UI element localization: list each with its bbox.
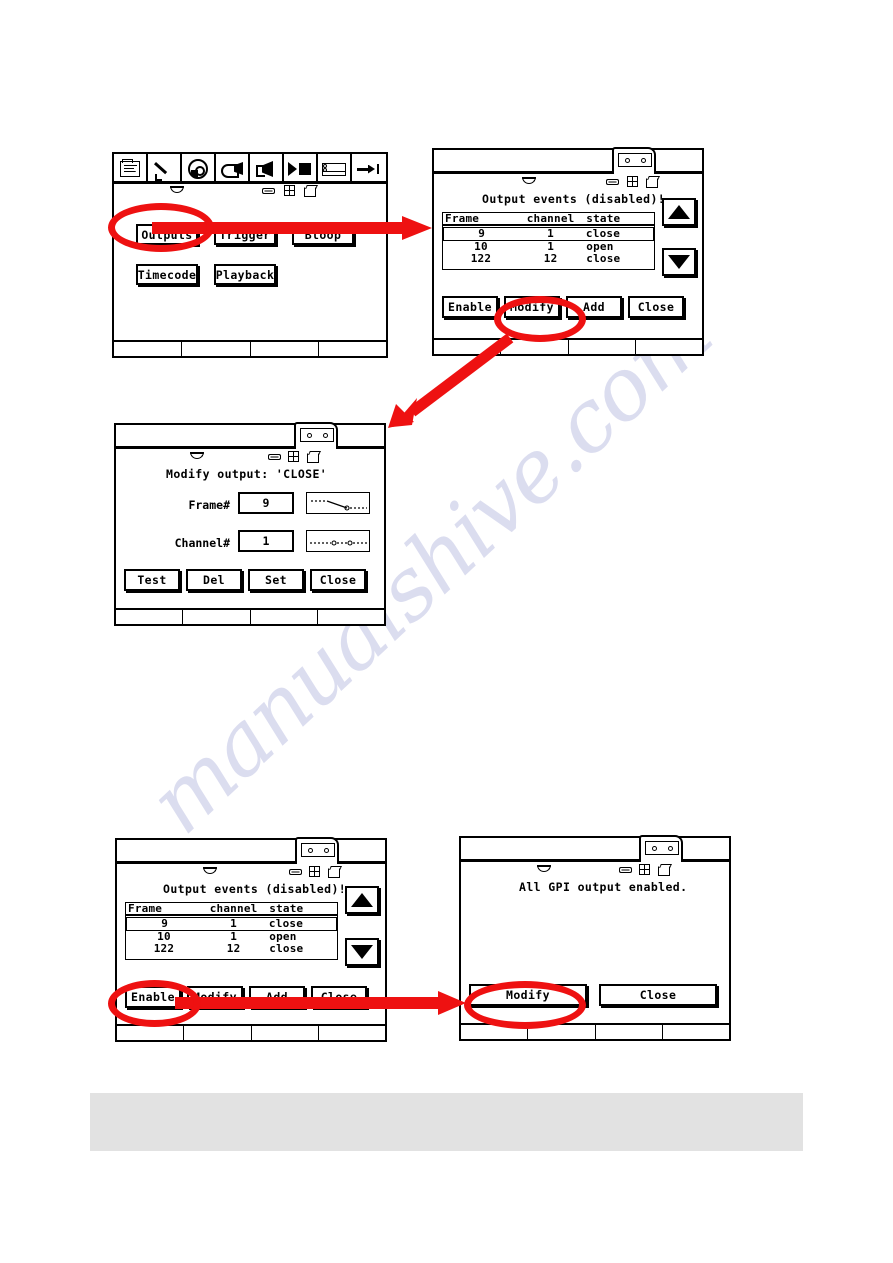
annotation-oval-modify-top (494, 296, 586, 342)
annotation-oval-enable (108, 980, 201, 1027)
annotation-arrow-enable-to-gpi-screen (175, 991, 466, 1015)
annotation-arrow-modify-to-modify-screen (388, 333, 514, 428)
annotation-oval-modify-bottom (464, 981, 586, 1029)
annotation-arrow-outputs-to-events (152, 216, 514, 1015)
annotation-oval-outputs (108, 203, 214, 252)
